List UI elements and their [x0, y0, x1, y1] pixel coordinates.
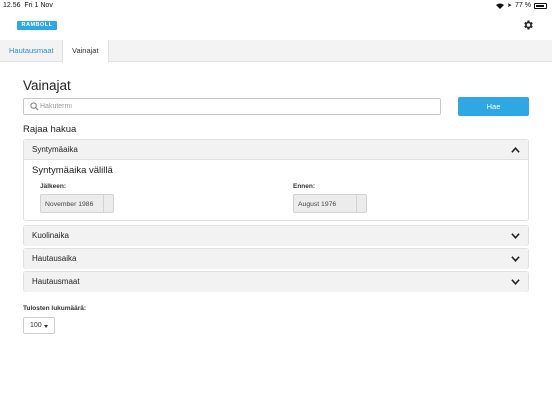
cemetery-filter-panel[interactable]: Hautausmaat: [23, 271, 529, 292]
before-label: Ennen:: [293, 183, 316, 190]
status-time: 12.56: [3, 2, 21, 9]
status-bar: 12.56 Fri 1 Nov ➤ 77 %: [0, 0, 552, 12]
before-date-select[interactable]: August 1976: [293, 194, 367, 213]
result-count-dropdown[interactable]: 100: [23, 317, 55, 334]
search-icon: [30, 102, 39, 111]
location-icon: ➤: [507, 3, 513, 9]
burial-filter-panel[interactable]: Hautausaika: [23, 248, 529, 269]
page-title: Vainajat: [23, 78, 71, 93]
tab-hautausmaat[interactable]: Hautausmaat: [0, 40, 63, 62]
chevron-down-icon: [511, 256, 520, 263]
chevron-down-icon: [511, 233, 520, 240]
app-header: RAMBOLL: [0, 12, 552, 40]
search-box: [23, 98, 441, 115]
search-input[interactable]: [40, 99, 436, 114]
cemetery-filter-header[interactable]: Hautausmaat: [24, 272, 528, 292]
tab-bar: Hautausmaat Vainajat: [0, 40, 552, 63]
wifi-icon: [496, 3, 504, 9]
search-button[interactable]: Hae: [458, 97, 529, 116]
status-time-date: 12.56 Fri 1 Nov: [3, 2, 53, 9]
burial-filter-label: Hautausaika: [32, 254, 77, 263]
result-count-label: Tulosten lukumäärä:: [23, 305, 87, 312]
birth-filter-panel: Syntymäaika Syntymäaika välillä Jälkeen:…: [23, 139, 529, 221]
result-count-value: 100: [30, 322, 42, 329]
death-filter-header[interactable]: Kuolinaika: [24, 226, 528, 246]
status-date: Fri 1 Nov: [24, 2, 53, 9]
after-label: Jälkeen:: [40, 183, 67, 190]
filter-heading: Rajaa hakua: [23, 124, 77, 135]
cemetery-filter-label: Hautausmaat: [32, 277, 80, 286]
after-date-value: November 1986: [45, 201, 94, 208]
ramboll-logo: RAMBOLL: [17, 21, 57, 30]
birth-range-heading: Syntymäaika välillä: [32, 165, 113, 176]
status-right: ➤ 77 %: [496, 2, 547, 9]
battery-icon: [534, 2, 547, 9]
caret-down-icon: [44, 325, 48, 328]
death-filter-label: Kuolinaika: [32, 231, 69, 240]
burial-filter-header[interactable]: Hautausaika: [24, 249, 528, 269]
chevron-up-icon: [511, 146, 520, 153]
battery-percent: 77 %: [515, 2, 531, 9]
birth-filter-label: Syntymäaika: [32, 145, 78, 154]
after-date-select[interactable]: November 1986: [40, 194, 114, 213]
before-date-value: August 1976: [298, 201, 337, 208]
gear-icon[interactable]: [522, 19, 534, 31]
chevron-down-icon: [511, 279, 520, 286]
birth-filter-header[interactable]: Syntymäaika: [24, 140, 528, 160]
stepper-arrows-icon: [356, 195, 366, 212]
tab-vainajat[interactable]: Vainajat: [62, 40, 109, 63]
stepper-arrows-icon: [103, 195, 113, 212]
death-filter-panel[interactable]: Kuolinaika: [23, 225, 529, 246]
